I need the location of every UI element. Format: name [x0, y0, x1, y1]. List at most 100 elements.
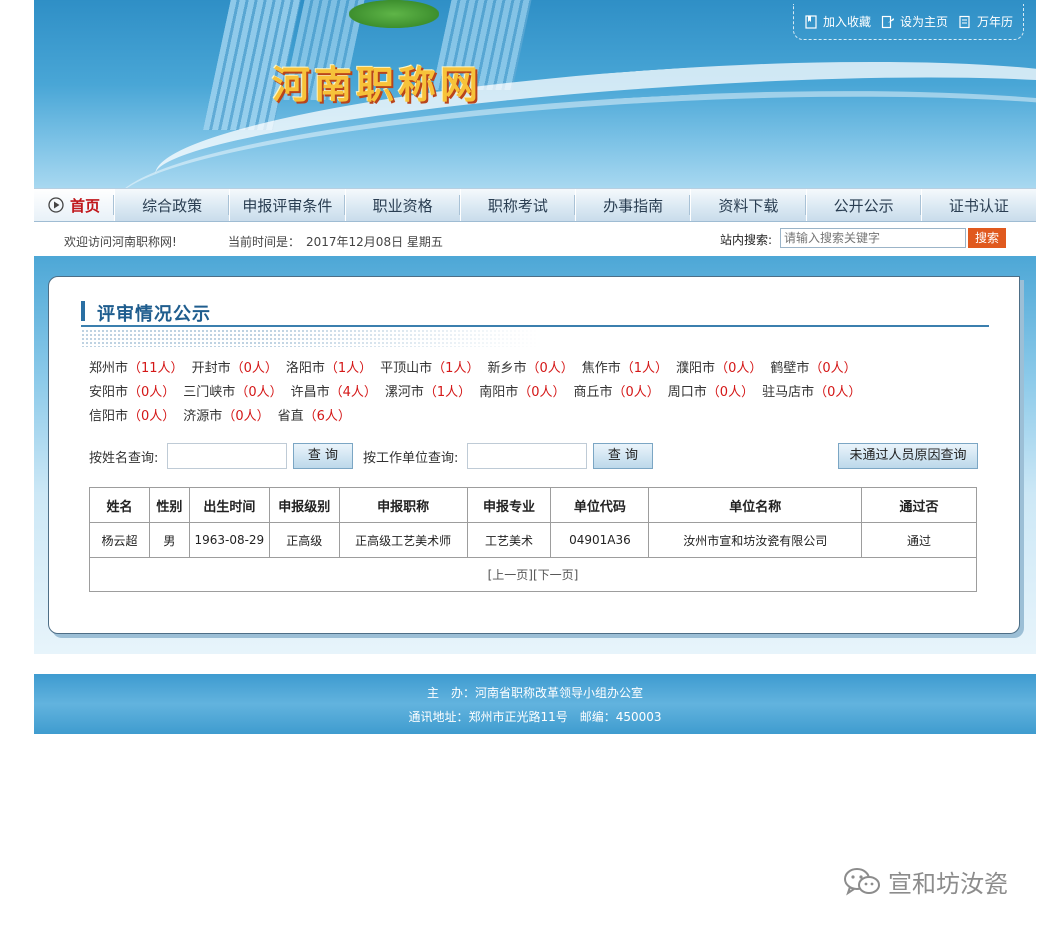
nav-item-exam[interactable]: 职称考试: [458, 189, 575, 221]
col-header-unit-name: 单位名称: [648, 487, 863, 523]
col-header-name: 姓名: [89, 487, 150, 523]
col-header-gender: 性别: [148, 487, 190, 523]
calendar-icon: [959, 15, 970, 28]
calendar-label: 万年历: [976, 15, 1013, 29]
main-area: 评审情况公示 郑州市（11人） 开封市（0人） 洛阳市（1人） 平顶山市（1人） 新乡市…: [34, 256, 1036, 654]
city-count: （1人）: [423, 385, 472, 400]
nav-item-announcements[interactable]: 公开公示: [804, 189, 921, 221]
city-item[interactable]: 信阳市（0人）: [89, 405, 175, 429]
name-query-label: 按姓名查询:: [89, 451, 159, 466]
site-footer: 主 办：河南省职称改革领导小组办公室 通讯地址：郑州市正光路11号 邮编：450…: [34, 674, 1036, 734]
city-item[interactable]: 济源市（0人）: [183, 405, 269, 429]
city-item[interactable]: 南阳市（0人）: [479, 381, 565, 405]
city-name: 安阳市: [89, 385, 129, 400]
search-button[interactable]: 搜索: [968, 228, 1006, 248]
city-item[interactable]: 平顶山市（1人）: [380, 357, 479, 381]
city-count: （0人）: [715, 361, 763, 376]
city-item[interactable]: 商丘市（0人）: [573, 381, 659, 405]
col-header-unit-code: 单位代码: [550, 487, 650, 523]
city-count: （0人）: [222, 409, 270, 424]
cell-title: 正高级工艺美术师: [338, 522, 468, 558]
site-frame: 河南职称网 加入收藏 设为主页 万年历 首页 综合政策 申报评审条件 职业资格 …: [34, 0, 1036, 734]
city-name: 三门峡市: [183, 385, 236, 400]
unit-query-button[interactable]: 查 询: [593, 443, 653, 469]
unit-query-input[interactable]: [467, 443, 587, 469]
time-value: 2017年12月08日 星期五: [306, 235, 443, 249]
wechat-watermark: 宣和坊汝瓷: [842, 864, 1008, 899]
city-item[interactable]: 驻马店市（0人）: [762, 381, 861, 405]
city-name: 开封市: [191, 361, 231, 376]
nav-item-review-conditions[interactable]: 申报评审条件: [228, 189, 344, 221]
section-heading: 评审情况公示: [81, 301, 989, 347]
city-item[interactable]: 焦作市（1人）: [582, 357, 668, 381]
time-label: 当前时间是：: [228, 235, 301, 249]
city-count: （0人）: [518, 385, 566, 400]
heading-dot-pattern: [81, 329, 541, 347]
city-count: （0人）: [809, 361, 857, 376]
city-count: （4人）: [329, 385, 377, 400]
city-item[interactable]: 许昌市（4人）: [291, 381, 377, 405]
col-header-passed: 通过否: [861, 487, 977, 523]
city-item[interactable]: 濮阳市（0人）: [676, 357, 762, 381]
city-item[interactable]: 三门峡市（0人）: [183, 381, 282, 405]
cell-name: 杨云超: [89, 522, 150, 558]
city-name: 郑州市: [89, 361, 129, 376]
city-name: 驻马店市: [762, 385, 815, 400]
city-item[interactable]: 郑州市（11人）: [89, 357, 184, 381]
footer-address: 通讯地址：郑州市正光路11号 邮编：450003: [408, 710, 662, 724]
city-name: 商丘市: [573, 385, 613, 400]
nav-home-label: 首页: [69, 196, 100, 215]
col-header-major: 申报专业: [466, 487, 552, 523]
banner-tree: [349, 0, 439, 28]
prev-page-link[interactable]: [上一页]: [488, 568, 533, 582]
city-item[interactable]: 鹤壁市（0人）: [770, 357, 856, 381]
city-name: 许昌市: [290, 385, 330, 400]
city-count: （0人）: [128, 385, 176, 400]
cell-gender: 男: [148, 522, 190, 558]
city-item[interactable]: 周口市（0人）: [668, 381, 754, 405]
city-item[interactable]: 洛阳市（1人）: [286, 357, 372, 381]
footer-organizer: 主 办：河南省职称改革领导小组办公室: [426, 686, 643, 700]
city-name: 洛阳市: [285, 361, 325, 376]
calendar-link[interactable]: 万年历: [958, 13, 1013, 30]
col-header-birth: 出生时间: [188, 487, 270, 523]
city-item[interactable]: 安阳市（0人）: [89, 381, 175, 405]
add-favorite-link[interactable]: 加入收藏: [804, 13, 871, 30]
cell-passed: 通过: [861, 522, 977, 558]
city-name: 济源市: [183, 409, 223, 424]
col-header-level: 申报级别: [268, 487, 340, 523]
city-count: （6人）: [303, 409, 351, 424]
city-count: （1人）: [324, 361, 373, 376]
nav-item-qualification[interactable]: 职业资格: [343, 189, 460, 221]
city-item[interactable]: 开封市（0人）: [192, 357, 278, 381]
table-row: 杨云超 男 1963-08-29 正高级 正高级工艺美术师 工艺美术 04901…: [89, 522, 977, 558]
city-count: （0人）: [235, 385, 283, 400]
cell-major: 工艺美术: [466, 522, 552, 558]
city-count: （0人）: [612, 385, 660, 400]
welcome-text: 欢迎访问河南职称网!: [64, 235, 177, 249]
city-item[interactable]: 省直（6人）: [278, 405, 351, 429]
table-header-row: 姓名 性别 出生时间 申报级别 申报职称 申报专业 单位代码 单位名称 通过否: [89, 487, 977, 523]
city-name: 平顶山市: [380, 361, 433, 376]
failed-reason-query-button[interactable]: 未通过人员原因查询: [838, 443, 978, 469]
nav-item-certificate[interactable]: 证书认证: [919, 189, 1036, 221]
nav-item-downloads[interactable]: 资料下载: [689, 189, 805, 221]
city-count: （0人）: [230, 361, 278, 376]
nav-item-home[interactable]: 首页: [34, 189, 114, 221]
city-count: （0人）: [526, 361, 574, 376]
nav-item-guide[interactable]: 办事指南: [573, 189, 690, 221]
next-page-link[interactable]: [下一页]: [533, 568, 578, 582]
site-logo-title[interactable]: 河南职称网: [272, 54, 482, 109]
header-banner: 河南职称网 加入收藏 设为主页 万年历: [34, 0, 1036, 188]
city-name: 濮阳市: [676, 361, 716, 376]
city-item[interactable]: 漯河市（1人）: [385, 381, 471, 405]
set-homepage-link[interactable]: 设为主页: [881, 13, 948, 30]
nav-item-policy[interactable]: 综合政策: [112, 189, 229, 221]
name-query-input[interactable]: [167, 443, 287, 469]
name-query-button[interactable]: 查 询: [293, 443, 353, 469]
search-input[interactable]: [780, 228, 966, 248]
search-label: 站内搜索:: [720, 233, 773, 247]
main-nav: 首页 综合政策 申报评审条件 职业资格 职称考试 办事指南 资料下载 公开公示 …: [34, 188, 1036, 222]
city-item[interactable]: 新乡市（0人）: [487, 357, 573, 381]
top-links: 加入收藏 设为主页 万年历: [792, 4, 1024, 40]
